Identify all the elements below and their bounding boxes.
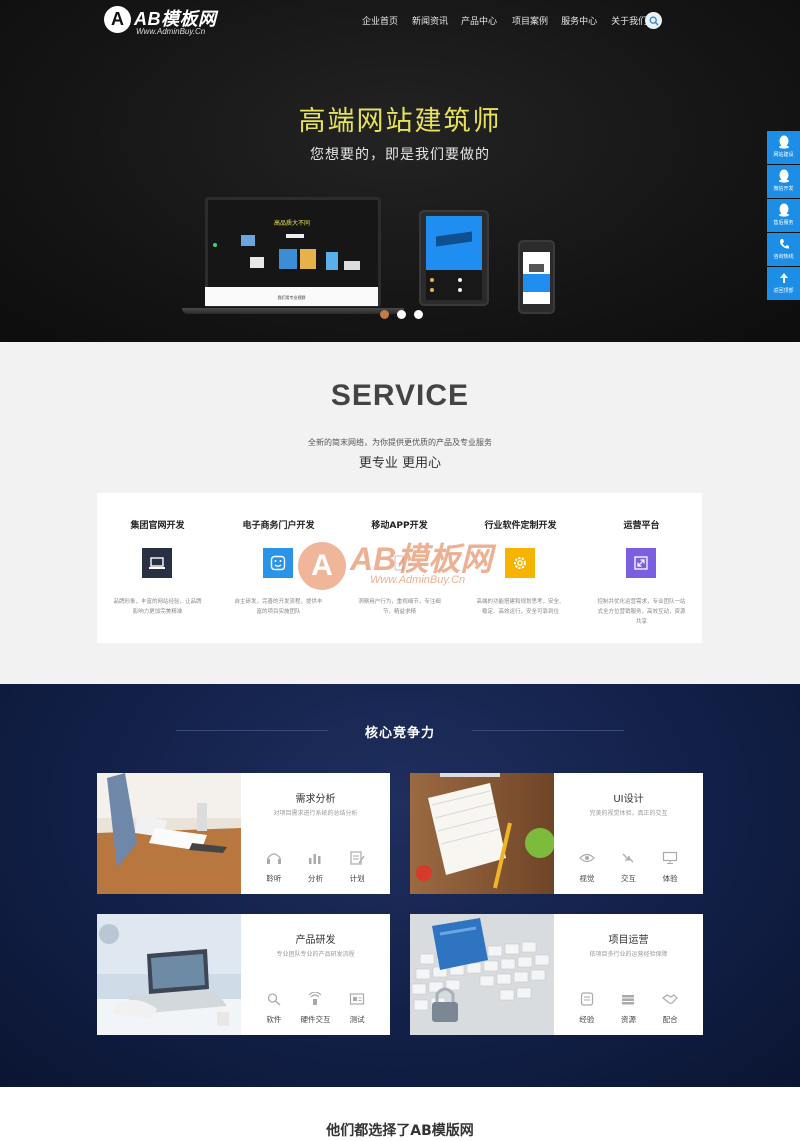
watermark-logo: A AB模板网 Www.AdminBuy.Cn [298, 528, 508, 608]
service-description: 全新的简末网络，为你提供更优质的产品及专业服务 [308, 438, 492, 447]
phone-mockup [518, 240, 555, 314]
signal-icon [309, 991, 322, 1005]
bar-chart-icon [309, 854, 321, 864]
side-item-back-to-top[interactable]: 返回顶部 [767, 267, 800, 300]
laptop-base [182, 308, 404, 314]
tablet-mockup [419, 210, 489, 306]
search-icon [649, 16, 658, 25]
card-image-laptop-work [97, 914, 241, 1035]
side-item-wechat[interactable]: 微信开发 [767, 165, 800, 198]
screen-icon [663, 851, 678, 864]
side-item-website[interactable]: 网站建设 [767, 131, 800, 164]
main-nav: 企业首页 新闻资讯 产品中心 项目案例 服务中心 关于我们 [362, 14, 647, 27]
service-title: SERVICE [330, 379, 470, 412]
qq-icon [778, 169, 789, 183]
qq-icon [778, 203, 789, 217]
smile-icon [270, 555, 286, 571]
card-image-keyboard-lock [410, 914, 554, 1035]
logo-badge: A [104, 6, 131, 33]
expand-icon [634, 556, 648, 570]
core-card[interactable]: UI设计 完美的视觉体验，真正的交互 视觉 交互 体验 [410, 773, 703, 894]
gear-icon [514, 557, 526, 569]
monitor-icon [149, 557, 165, 569]
slider-dot[interactable] [414, 310, 423, 319]
test-icon [350, 993, 365, 1005]
arrow-up-icon [779, 273, 788, 283]
nav-item-products[interactable]: 产品中心 [461, 14, 497, 27]
search-button[interactable] [645, 12, 662, 29]
hero-banner: A AB模板网 Www.AdminBuy.Cn 企业首页 新闻资讯 产品中心 项… [0, 0, 800, 342]
logo-url: Www.AdminBuy.Cn [136, 27, 206, 36]
slider-dot[interactable] [397, 310, 406, 319]
nav-item-service[interactable]: 服务中心 [561, 14, 597, 27]
phone-icon [779, 239, 789, 249]
hero-title: 高端网站建筑师 [298, 106, 502, 137]
side-item-aftersales[interactable]: 售后服务 [767, 199, 800, 232]
site-logo[interactable]: A AB模板网 Www.AdminBuy.Cn [104, 6, 224, 36]
clients-title: 他们都选择了AB模版网 [326, 1123, 474, 1139]
service-item[interactable]: 集团官网开发 品牌形象，丰富的网站经验，让品牌影响力更加完美精准 [97, 493, 218, 643]
slider-dot[interactable] [380, 310, 389, 319]
slider-pagination [380, 310, 423, 319]
stack-icon [622, 995, 635, 1005]
card-image-notebook [410, 773, 554, 894]
core-title: 核心竞争力 [364, 726, 435, 741]
laptop-screen-title: 高品质大不同 [274, 220, 311, 227]
side-item-hotline[interactable]: 咨询热线 [767, 233, 800, 266]
headphones-icon [266, 853, 281, 864]
doc-icon [580, 992, 593, 1006]
side-float-bar: 网站建设 微信开发 售后服务 咨询热线 返回顶部 [767, 131, 800, 301]
plan-icon [350, 851, 365, 865]
card-image-meeting [97, 773, 241, 894]
hero-subtitle: 您想要的，即是我们要做的 [310, 147, 490, 163]
nav-item-news[interactable]: 新闻资讯 [412, 14, 448, 27]
core-card[interactable]: 需求分析 对项目需求进行系统的总结分析 聆听 分析 计划 [97, 773, 390, 894]
nav-item-about[interactable]: 关于我们 [611, 14, 647, 27]
eye-icon [578, 853, 595, 863]
interact-icon [623, 853, 634, 863]
service-slogan: 更专业 更用心 [358, 456, 442, 471]
qq-icon [778, 135, 789, 149]
handshake-icon [662, 994, 678, 1004]
site-header: A AB模板网 Www.AdminBuy.Cn 企业首页 新闻资讯 产品中心 项… [0, 0, 800, 40]
magnifier-icon [267, 993, 281, 1006]
core-card[interactable]: 项目运营 依项目多行业的运营经验保障 经验 资源 配合 [410, 914, 703, 1035]
nav-item-cases[interactable]: 项目案例 [512, 14, 548, 27]
laptop-footer: 我们用专业视野 [205, 287, 378, 306]
nav-item-home[interactable]: 企业首页 [362, 14, 398, 27]
service-item[interactable]: 运营平台 控制并优化运营需求，专业团队一站式全方位营销服务，高效互动，资源共享 [581, 493, 702, 643]
core-card[interactable]: 产品研发 专业团队专业的产品研发流程 软件 硬件交互 测试 [97, 914, 390, 1035]
core-section: 核心竞争力 需求分析 对项目需求进行系统的总结分析 聆听 分析 计划 UI设计 … [0, 684, 800, 1087]
